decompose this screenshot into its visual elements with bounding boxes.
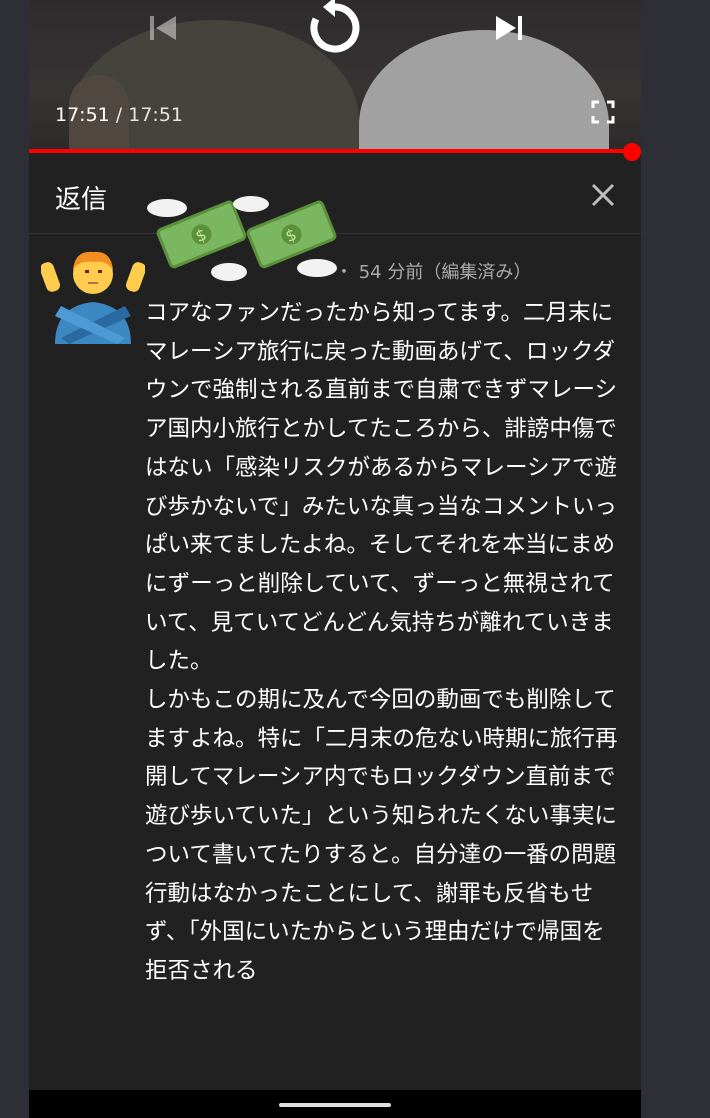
phone-screen: 17:51 / 17:51 返信 ・ 54 分前（編集済み） コアなファンだった… (29, 0, 641, 1118)
time-display: 17:51 / 17:51 (55, 104, 183, 126)
next-icon[interactable] (491, 10, 527, 46)
comment-timestamp: ・ 54 分前（編集済み） (335, 262, 532, 283)
current-time: 17:51 (55, 104, 110, 126)
reply-panel-title: 返信 (55, 185, 108, 215)
total-time: 17:51 (128, 104, 184, 126)
close-icon[interactable] (585, 177, 621, 213)
video-player[interactable]: 17:51 / 17:51 (29, 0, 641, 152)
avatar[interactable] (39, 240, 147, 344)
replay-icon[interactable] (303, 0, 367, 60)
previous-icon[interactable] (145, 10, 181, 46)
comment-meta: ・ 54 分前（編集済み） (145, 258, 531, 284)
comment-text: コアなファンだったから知ってます。二月末にマレーシア旅行に戻った動画あげて、ロッ… (145, 300, 618, 984)
reply-panel-header: 返信 (29, 153, 641, 234)
fullscreen-icon[interactable] (591, 100, 615, 124)
home-indicator[interactable] (279, 1103, 391, 1107)
time-separator: / (109, 104, 129, 126)
navigation-bar (29, 1090, 641, 1118)
